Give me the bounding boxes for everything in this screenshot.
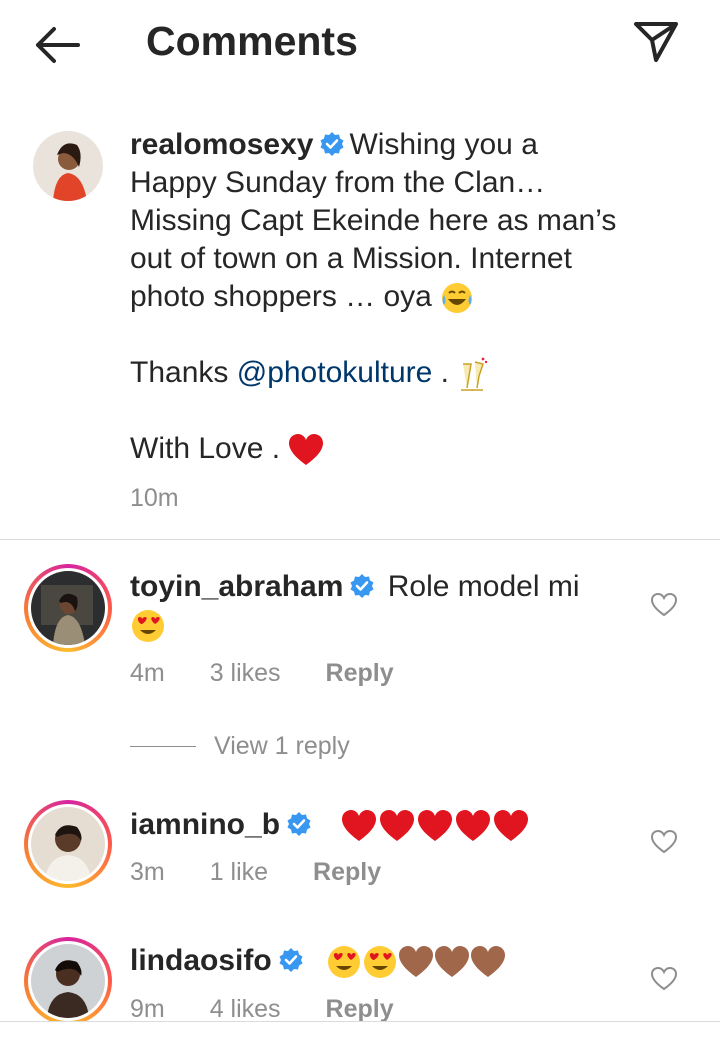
back-arrow-icon[interactable] — [30, 22, 84, 68]
comment-meta: 9m 4 likes Reply — [130, 995, 432, 1024]
top-bar: Comments — [0, 0, 720, 92]
replies-line — [130, 746, 196, 747]
champagne-glasses-icon — [461, 357, 488, 391]
comment-text: iamnino_b — [130, 806, 650, 844]
like-heart-icon[interactable] — [650, 592, 678, 618]
comment-meta: 4m 3 likes Reply — [130, 659, 432, 688]
view-replies-label: View 1 reply — [214, 732, 350, 760]
caption-avatar[interactable] — [33, 131, 103, 201]
like-heart-icon[interactable] — [650, 966, 678, 992]
page-title: Comments — [146, 18, 358, 64]
heart-eyes-emoji-icon — [328, 946, 361, 979]
caption-timestamp: 10m — [130, 484, 179, 512]
comment-body: Role model mi — [387, 570, 580, 603]
comment-username[interactable]: toyin_abraham — [130, 570, 343, 603]
brown-heart-emoji-icon — [399, 946, 434, 978]
thanks-suffix: . — [440, 356, 449, 389]
verified-badge-icon — [287, 812, 311, 836]
comment-likes[interactable]: 3 likes — [210, 659, 281, 687]
comment-likes[interactable]: 1 like — [210, 858, 268, 886]
red-heart-emoji-icon — [418, 810, 453, 842]
verified-badge-icon — [350, 574, 374, 598]
brown-heart-emoji-icon — [435, 946, 470, 978]
avatar-image — [31, 571, 105, 645]
comment-username[interactable]: iamnino_b — [130, 808, 280, 841]
red-heart-emoji-icon — [289, 434, 324, 466]
caption-divider — [0, 539, 720, 540]
caption-line-3: Missing Capt Ekeinde here as man’s — [130, 204, 617, 237]
verified-badge-icon — [279, 948, 303, 972]
avatar-image — [33, 131, 103, 201]
caption-line-1: Wishing you a — [349, 128, 538, 161]
like-heart-icon[interactable] — [650, 829, 678, 855]
comment-timestamp: 3m — [130, 858, 165, 886]
comment-avatar[interactable] — [24, 800, 112, 888]
verified-badge-icon — [320, 132, 344, 156]
red-heart-emoji-icon — [380, 810, 415, 842]
red-heart-emoji-icon — [494, 810, 529, 842]
comment-text: lindaosifo — [130, 942, 650, 980]
caption-line-2: Happy Sunday from the Clan… — [130, 166, 546, 199]
avatar-image — [31, 944, 105, 1018]
avatar-image — [31, 807, 105, 881]
reply-button[interactable]: Reply — [313, 858, 381, 886]
laughing-emoji-icon — [442, 283, 473, 314]
caption-text: realomosexy Wishing you a Happy Sunday fr… — [130, 126, 690, 468]
heart-eyes-emoji-icon — [132, 610, 164, 643]
mention-link[interactable]: @photokulture — [237, 356, 433, 389]
comment-likes[interactable]: 4 likes — [210, 995, 281, 1023]
comment-timestamp: 4m — [130, 659, 165, 687]
reply-button[interactable]: Reply — [326, 995, 394, 1023]
comment-avatar[interactable] — [24, 937, 112, 1025]
love-text: With Love . — [130, 432, 281, 466]
reply-button[interactable]: Reply — [326, 659, 394, 687]
comment-meta: 3m 1 like Reply — [130, 858, 419, 887]
red-heart-emoji-icon — [342, 810, 377, 842]
caption-meta: 10m — [130, 484, 217, 513]
comment-timestamp: 9m — [130, 995, 165, 1023]
composer-bar — [0, 1022, 720, 1047]
caption-username[interactable]: realomosexy — [130, 128, 313, 161]
send-direct-icon[interactable] — [630, 18, 682, 66]
comment-text: toyin_abraham Role model mi — [130, 568, 630, 644]
brown-heart-emoji-icon — [471, 946, 506, 978]
heart-eyes-emoji-icon — [364, 946, 397, 979]
thanks-text: Thanks — [130, 356, 229, 389]
comment-username[interactable]: lindaosifo — [130, 944, 272, 977]
view-replies-button[interactable]: View 1 reply — [130, 732, 350, 761]
caption-line-5: photo shoppers … oya — [130, 280, 432, 313]
red-heart-emoji-icon — [456, 810, 491, 842]
caption-line-4: out of town on a Mission. Internet — [130, 242, 572, 275]
comment-avatar[interactable] — [24, 564, 112, 652]
